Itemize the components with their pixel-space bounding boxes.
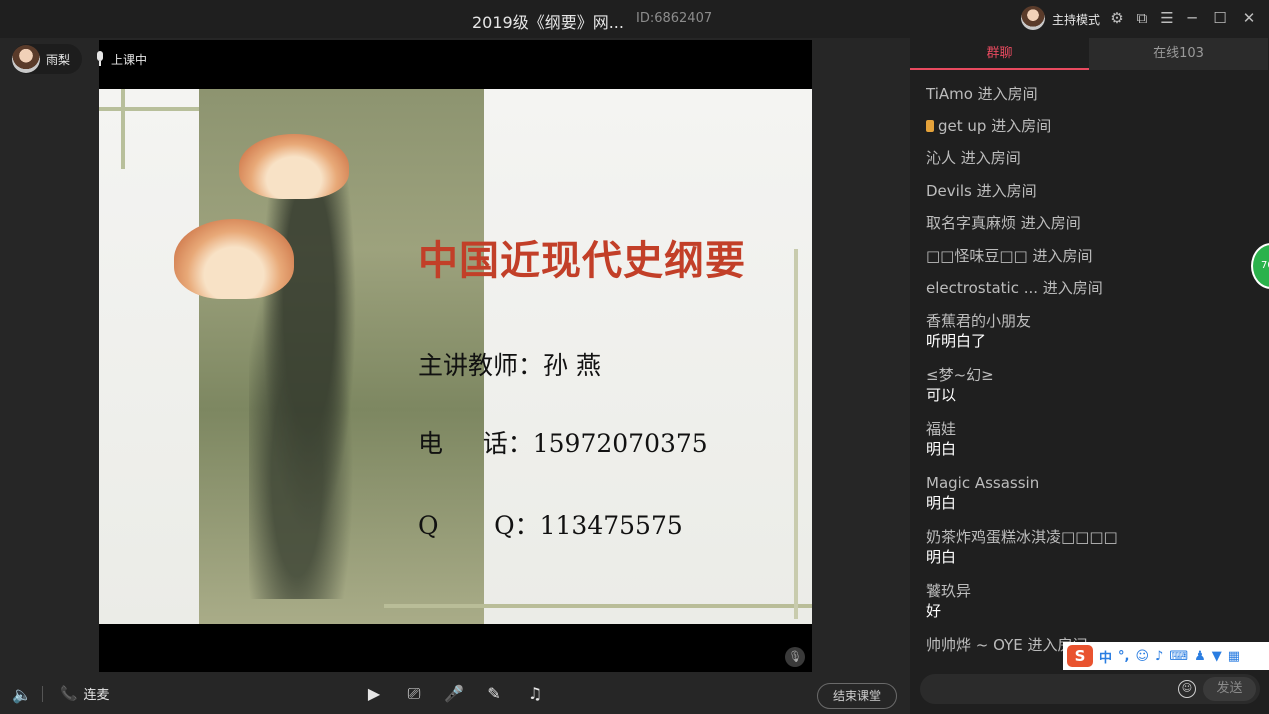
music-icon[interactable]: ♫ <box>525 684 545 703</box>
chat-message: electrostatic ... 进入房间 <box>926 279 1103 297</box>
class-status: 上课中 <box>89 44 157 74</box>
skin-icon[interactable]: ▼ <box>1212 649 1222 664</box>
settings-icon[interactable]: ⚙ <box>1108 8 1126 28</box>
maximize-icon[interactable]: ☐ <box>1211 8 1229 28</box>
slide-teacher: 主讲教师：孙 燕 <box>418 351 601 380</box>
voice-icon[interactable]: ♪ <box>1155 649 1163 664</box>
emoji-icon[interactable]: ☺ <box>1135 649 1149 664</box>
user-icon[interactable]: ♟ <box>1194 649 1206 664</box>
keyboard-icon[interactable]: ⌨ <box>1169 649 1188 664</box>
slide-phone: 电 话：15972070375 <box>418 429 708 458</box>
whiteboard-edit-icon[interactable]: ✎ <box>484 684 504 703</box>
lianmai-button[interactable]: 📞 连麦 <box>60 684 110 704</box>
mic-muted-icon[interactable]: 🎙 <box>785 647 805 667</box>
slide-border-left <box>121 89 125 169</box>
apps-icon[interactable]: ▦ <box>1228 649 1240 664</box>
slide-qq: Q Q：113475575 <box>418 511 683 540</box>
presenter-avatar <box>12 45 40 73</box>
close-icon[interactable]: ✕ <box>1240 8 1258 28</box>
window-title: 2019级《纲要》网... <box>472 13 624 32</box>
slide-border-top <box>99 107 199 111</box>
chat-message: 饕玖异好 <box>926 582 972 620</box>
host-avatar[interactable] <box>1021 6 1045 30</box>
chat-messages: TiAmo 进入房间 get up 进入房间 沁人 进入房间 Devils 进入… <box>926 84 1256 659</box>
microphone-icon[interactable]: 🎤 <box>444 684 464 703</box>
chat-message: 香蕉君的小朋友 听明白了 <box>926 312 1032 350</box>
chat-message: 福娃 明白 <box>926 420 957 458</box>
tab-online[interactable]: 在线103 <box>1089 38 1268 70</box>
tab-group-chat[interactable]: 群聊 <box>910 38 1089 70</box>
class-status-label: 上课中 <box>111 52 148 67</box>
slide-border-right <box>794 249 798 619</box>
phone-icon: 📞 <box>60 685 78 702</box>
chat-message: ≤梦~幻≥ 可以 <box>926 366 994 404</box>
menu-icon[interactable]: ☰ <box>1158 8 1176 28</box>
chat-message: Magic Assassin 明白 <box>926 474 1040 512</box>
emoji-button-icon[interactable]: ☺ <box>1178 680 1196 698</box>
speaker-icon[interactable]: 🔈 <box>12 685 32 704</box>
end-class-button[interactable]: 结束课堂 <box>817 683 897 709</box>
ime-mode-label[interactable]: 中 <box>1099 647 1112 666</box>
minimize-icon[interactable]: ─ <box>1183 8 1201 28</box>
chat-message: 奶茶炸鸡蛋糕冰淇凌□□□□ 明白 <box>926 528 1118 566</box>
chat-message: Devils 进入房间 <box>926 182 1037 200</box>
chat-message: □□怪味豆□□ 进入房间 <box>926 247 1093 265</box>
host-mode-label[interactable]: 主持模式 <box>1052 11 1100 28</box>
slide-border-bottom <box>384 604 812 608</box>
popout-icon[interactable]: ⧉ <box>1133 8 1151 28</box>
vip-badge-icon <box>926 120 934 132</box>
lotus-flower-lower <box>174 219 294 299</box>
chat-message: 取名字真麻烦 进入房间 <box>926 214 1081 232</box>
toolbar-separator <box>42 686 43 702</box>
screen-share-icon[interactable]: ⎚ <box>404 684 424 704</box>
ime-toolbar[interactable]: S 中 °, ☺ ♪ ⌨ ♟ ▼ ▦ <box>1063 642 1269 670</box>
presenter-name: 雨梨 <box>46 52 71 67</box>
chat-message: get up 进入房间 <box>926 116 1256 148</box>
lianmai-label: 连麦 <box>83 688 110 703</box>
camera-off-icon[interactable]: ▶ <box>364 684 384 703</box>
punctuation-icon[interactable]: °, <box>1118 649 1129 664</box>
chat-tabs: 群聊 在线103 <box>910 38 1269 70</box>
lotus-flower-upper <box>239 134 349 199</box>
sogou-logo-icon: S <box>1067 645 1093 667</box>
room-id: ID:6862407 <box>636 11 713 26</box>
chat-message: 沁人 进入房间 <box>926 149 1021 167</box>
chat-message: TiAmo 进入房间 <box>926 85 1038 103</box>
send-button[interactable]: 发送 <box>1203 677 1256 701</box>
presenter-chip[interactable]: 雨梨 <box>12 44 83 74</box>
mic-icon <box>95 51 105 67</box>
slide-title: 中国近现代史纲要 <box>418 238 746 284</box>
